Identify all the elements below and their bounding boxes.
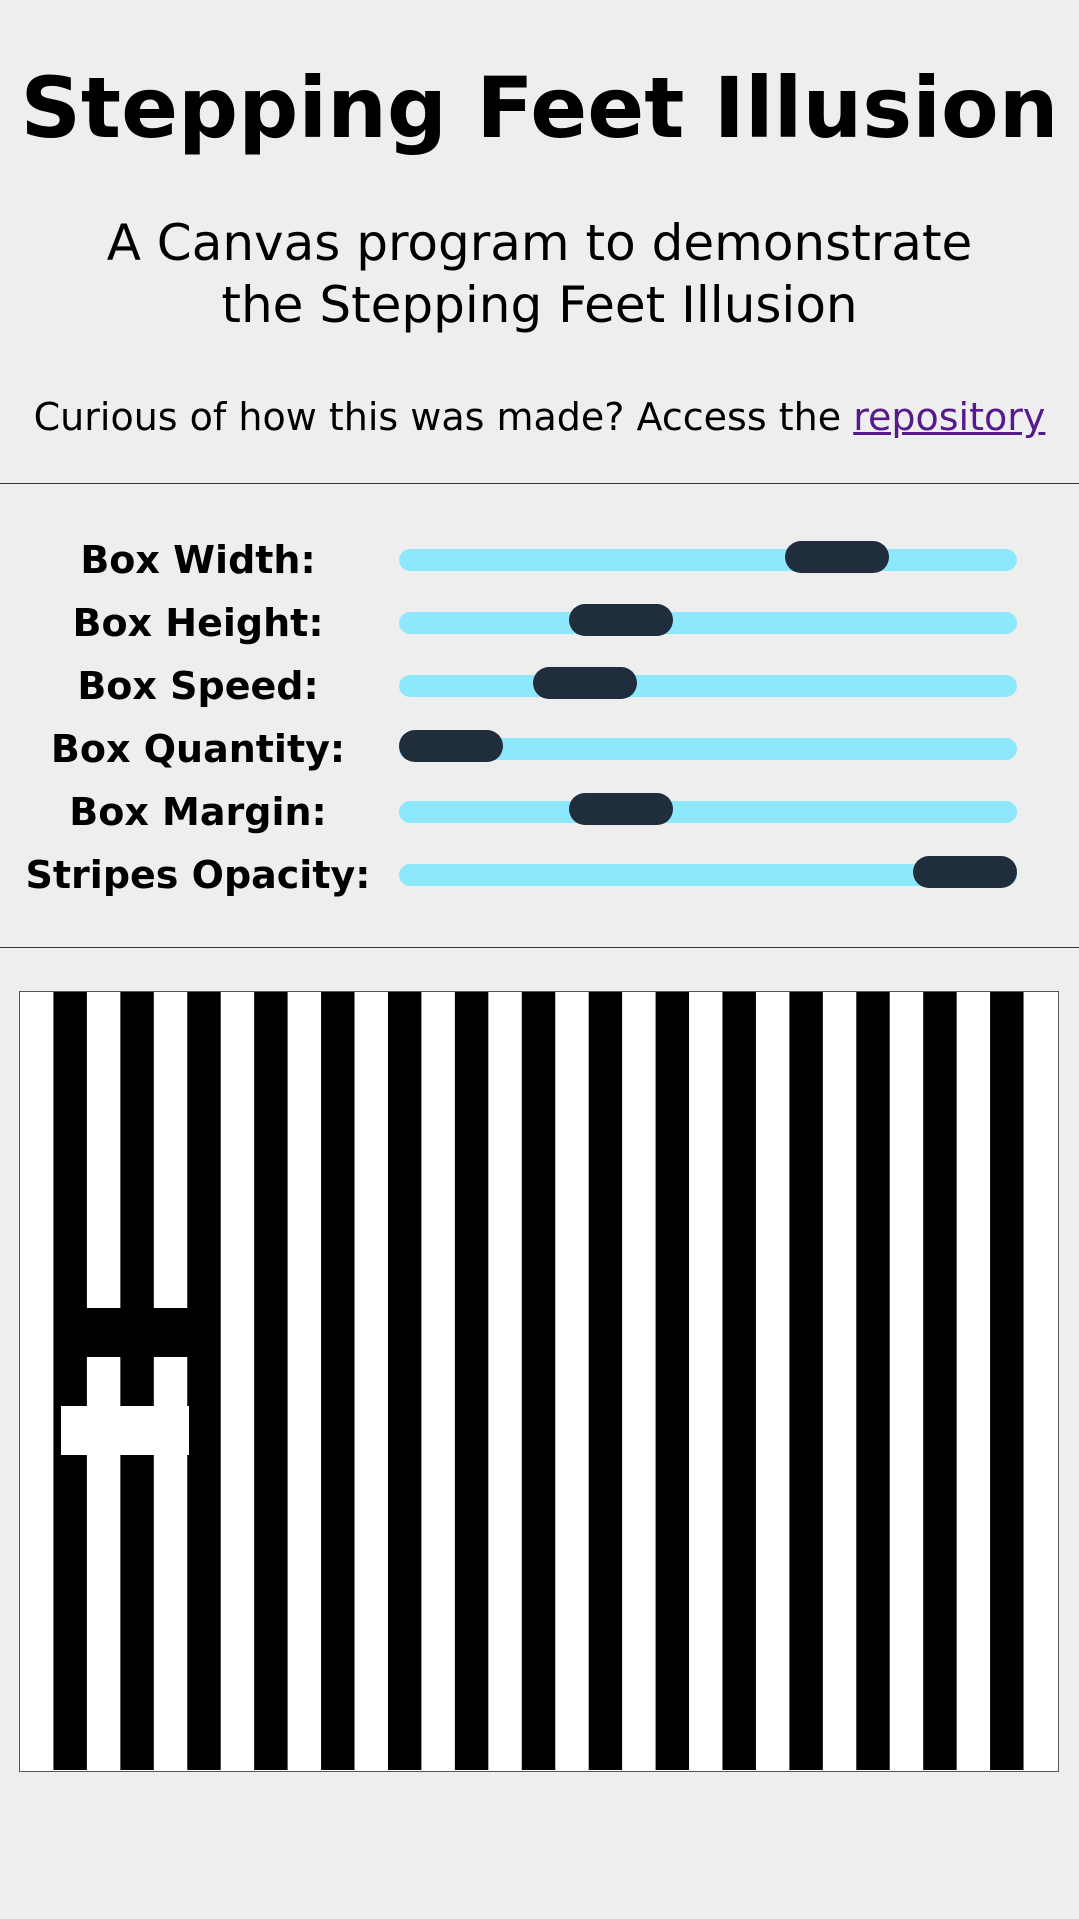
stripe-light (153, 992, 188, 1770)
box-height-slider[interactable] (399, 604, 1017, 636)
box-width-slider-thumb[interactable] (784, 541, 889, 573)
stripe-light (555, 992, 590, 1770)
stripes-opacity-slider-thumb[interactable] (913, 856, 1017, 888)
stripe-light (822, 992, 857, 1770)
box-speed-label: Box Speed: (77, 664, 319, 708)
stripe-light (889, 992, 924, 1770)
box-width-label: Box Width: (80, 538, 316, 582)
bottom-divider (0, 947, 1079, 948)
stripe-dark (856, 992, 891, 1770)
stripes-layer (20, 992, 1057, 1770)
box-height-slider-thumb[interactable] (568, 604, 673, 636)
box-quantity-slider-thumb[interactable] (399, 730, 503, 762)
stripe-light (488, 992, 523, 1770)
stripes-opacity-slider[interactable] (399, 856, 1017, 888)
control-stripes-opacity: Stripes Opacity: (0, 845, 1079, 905)
control-box-height: Box Height: (0, 593, 1079, 653)
stripe-dark (655, 992, 690, 1770)
repository-link[interactable]: repository (853, 395, 1045, 439)
stripe-dark (53, 992, 88, 1770)
stripe-dark (990, 992, 1025, 1770)
top-divider (0, 483, 1079, 484)
stripe-light (755, 992, 790, 1770)
control-box-speed: Box Speed: (0, 656, 1079, 716)
stripe-light (220, 992, 255, 1770)
box-quantity-slider[interactable] (399, 730, 1017, 762)
stripe-dark (187, 992, 222, 1770)
stripe-dark (321, 992, 356, 1770)
box-height-label: Box Height: (72, 601, 324, 645)
stripe-dark (789, 992, 824, 1770)
stripe-dark (521, 992, 556, 1770)
stripe-light (689, 992, 723, 1770)
stripe-dark (387, 992, 422, 1770)
control-box-margin: Box Margin: (0, 782, 1079, 842)
stripe-dark (588, 992, 623, 1770)
repository-note: Curious of how this was made? Access the… (0, 392, 1079, 442)
stripe-light (622, 992, 657, 1770)
box-margin-slider-thumb[interactable] (568, 793, 673, 825)
box-speed-slider[interactable] (399, 667, 1017, 699)
illusion-canvas (19, 991, 1059, 1772)
repository-note-text: Curious of how this was made? Access the (33, 395, 842, 439)
light-moving-box (61, 1406, 189, 1455)
box-quantity-label: Box Quantity: (50, 727, 346, 771)
control-box-width: Box Width: (0, 530, 1079, 590)
box-margin-label: Box Margin: (69, 790, 327, 834)
stripe-dark (120, 992, 155, 1770)
illusion-drawing (20, 992, 1057, 1770)
box-width-slider[interactable] (399, 541, 1017, 573)
dark-moving-box (57, 1308, 193, 1357)
stripe-dark (454, 992, 489, 1770)
stripe-light (421, 992, 456, 1770)
stripe-light (1023, 992, 1057, 1770)
stripe-dark (254, 992, 289, 1770)
stripe-light (956, 992, 991, 1770)
box-margin-slider[interactable] (399, 793, 1017, 825)
stripes-opacity-label: Stripes Opacity: (25, 853, 371, 897)
stripe-light (354, 992, 389, 1770)
box-speed-slider-thumb[interactable] (532, 667, 637, 699)
page-subtitle: A Canvas program to demonstrate the Step… (106, 214, 973, 334)
page-title: Stepping Feet Illusion (20, 59, 1059, 157)
stripe-dark (923, 992, 958, 1770)
stripe-light (86, 992, 121, 1770)
stripe-light (287, 992, 322, 1770)
stripe-dark (722, 992, 757, 1770)
control-box-quantity: Box Quantity: (0, 719, 1079, 779)
stripe-light (20, 992, 54, 1770)
